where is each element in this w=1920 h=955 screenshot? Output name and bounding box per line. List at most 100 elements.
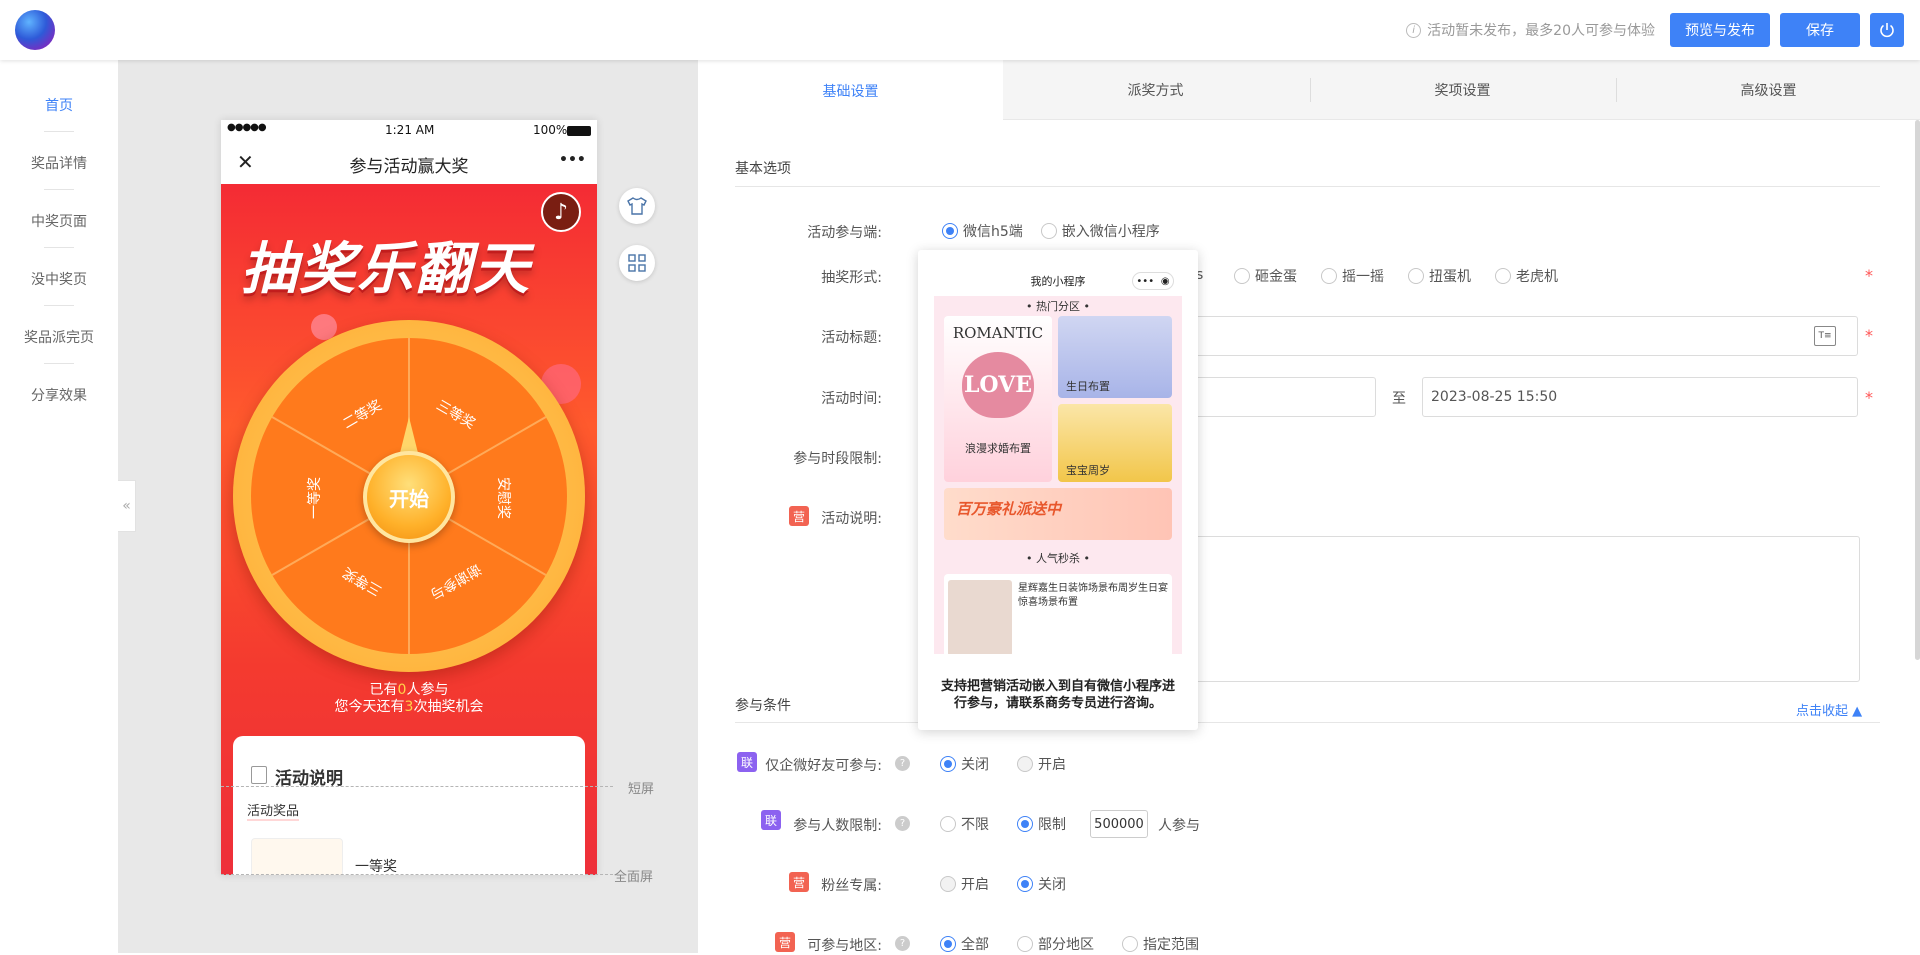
nav-item-prize-detail[interactable]: 奖品详情 <box>0 153 118 173</box>
platform-miniprogram-radio[interactable]: 嵌入微信小程序 <box>1040 221 1160 241</box>
theme-shirt-icon[interactable] <box>619 188 655 224</box>
radio-dot <box>1321 268 1337 284</box>
region-label: 可参与地区: <box>807 938 882 954</box>
qrcode-icon[interactable] <box>619 245 655 281</box>
more-icon[interactable]: ••• <box>559 152 586 168</box>
tab-prizes[interactable]: 奖项设置 <box>1310 60 1615 120</box>
nav-item-sold-out-page[interactable]: 奖品派完页 <box>0 327 118 347</box>
required-mark: * <box>1865 388 1873 407</box>
people-label: 参与人数限制: <box>793 818 882 834</box>
activity-card: 活动说明 活动奖品 一等奖 <box>233 736 585 875</box>
wecom-label: 仅企微好友可参与: <box>765 758 882 774</box>
baby-card[interactable]: 宝宝周岁 <box>1058 404 1172 482</box>
section-title-basic: 基本选项 <box>735 161 791 177</box>
fold-button[interactable]: 点击收起 ▲ <box>1796 700 1862 719</box>
scrollbar[interactable] <box>1915 120 1920 660</box>
region-all-radio[interactable]: 全部 <box>940 934 989 954</box>
description-editor[interactable] <box>1190 536 1860 682</box>
platform-label: 活动参与端: <box>807 225 882 241</box>
miniprogram-capsule: ••• ◉ <box>1132 272 1174 290</box>
full-screen-line <box>221 874 613 875</box>
banner-title: 百万豪礼派送中 <box>956 500 1062 518</box>
start-button[interactable]: 开始 <box>363 451 455 543</box>
preview-publish-button[interactable]: 预览与发布 <box>1670 13 1770 47</box>
radio-dot <box>1234 268 1250 284</box>
required-mark: * <box>1865 266 1873 285</box>
platform-h5-radio[interactable]: 微信h5端 <box>942 221 1023 241</box>
popular-item[interactable]: 星辉嘉生日装饰场景布周岁生日宴惊喜场景布置 <box>944 574 1172 654</box>
tab-basic[interactable]: 基础设置 <box>698 60 1003 121</box>
romantic-title: ROMANTIC <box>952 324 1044 342</box>
radio-label: 摇一摇 <box>1342 269 1384 285</box>
period-label: 参与时段限制: <box>793 451 882 467</box>
radio-dot <box>940 756 956 772</box>
music-icon[interactable]: ♪ <box>541 192 581 232</box>
phone-status-bar: ●●●●● 1:21 AM 100% <box>221 120 597 142</box>
nav-item-home[interactable]: 首页 <box>0 95 118 115</box>
promo-banner[interactable]: 百万豪礼派送中 <box>944 488 1172 540</box>
time-label: 活动时间: <box>821 391 882 407</box>
start-time-input[interactable] <box>1190 377 1376 417</box>
romantic-card[interactable]: ROMANTIC LOVE 浪漫求婚布置 <box>944 316 1052 482</box>
radio-label: 不限 <box>961 817 989 833</box>
people-limit-input[interactable]: 500000 <box>1090 810 1148 838</box>
radio-dot <box>1122 936 1138 952</box>
form-slot-radio[interactable]: 老虎机 <box>1495 266 1558 286</box>
save-button[interactable]: 保存 <box>1780 13 1860 47</box>
fans-on-radio[interactable]: 开启 <box>940 874 989 894</box>
collapse-nav-button[interactable]: « <box>118 480 136 532</box>
battery-icon <box>567 126 591 136</box>
section-divider <box>735 186 1880 187</box>
wecom-on-radio[interactable]: 开启 <box>1017 754 1066 774</box>
popular-section-title: • 人气秒杀 • <box>1026 552 1090 565</box>
fold-label: 点击收起 <box>1796 704 1849 719</box>
fans-options: 开启 关闭 <box>940 874 1066 894</box>
nav-item-win-page[interactable]: 中奖页面 <box>0 211 118 231</box>
prize-name: 一等奖 <box>355 859 397 875</box>
form-gashapon-radio[interactable]: 扭蛋机 <box>1408 266 1471 286</box>
headline-art: 抽奖乐翻天 <box>241 237 531 302</box>
radio-dot <box>940 936 956 952</box>
power-icon <box>1880 23 1894 38</box>
section-title-conditions: 参与条件 <box>735 698 791 714</box>
help-icon[interactable]: ? <box>895 936 910 951</box>
radio-label: 关闭 <box>1038 877 1066 893</box>
nav-divider <box>44 305 74 306</box>
wheel-prize: 谢谢参与 <box>427 560 484 603</box>
miniprogram-body: ROMANTIC LOVE 浪漫求婚布置 生日布置 宝宝周岁 百万豪礼派送中 •… <box>934 316 1182 654</box>
miniprogram-header: 我的小程序 ••• ◉ <box>934 262 1182 296</box>
prize-image <box>251 838 343 875</box>
region-range-radio[interactable]: 指定范围 <box>1122 934 1199 954</box>
people-limited-radio[interactable]: 限制 <box>1017 814 1066 834</box>
chance-text: 次抽奖机会 <box>413 699 484 715</box>
form-shake-radio[interactable]: 摇一摇 <box>1321 266 1384 286</box>
romantic-caption: 浪漫求婚布置 <box>965 442 1031 455</box>
power-button[interactable] <box>1870 13 1904 47</box>
fans-off-radio[interactable]: 关闭 <box>1017 874 1066 894</box>
text-format-icon[interactable]: T≡ <box>1814 326 1836 346</box>
status-battery: 100% <box>533 123 568 137</box>
people-unlimited-radio[interactable]: 不限 <box>940 814 989 834</box>
popover-message: 支持把营销活动嵌入到自有微信小程序进行参与，请联系商务专员进行咨询。 <box>940 679 1175 711</box>
region-partial-radio[interactable]: 部分地区 <box>1017 934 1094 954</box>
help-icon[interactable]: ? <box>895 756 910 771</box>
item-title: 星辉嘉生日装饰场景布周岁生日宴惊喜场景布置 <box>1018 583 1168 608</box>
activity-title-input[interactable] <box>1190 316 1858 356</box>
nav-item-share[interactable]: 分享效果 <box>0 385 118 405</box>
form-egg-radio[interactable]: 砸金蛋 <box>1234 266 1297 286</box>
card-tag: 活动奖品 <box>247 800 300 819</box>
nav-item-lose-page[interactable]: 没中奖页 <box>0 269 118 289</box>
title-label: 活动标题: <box>821 330 882 346</box>
end-time-input[interactable]: 2023-08-25 15:50 <box>1422 377 1858 417</box>
radio-dot <box>1017 876 1033 892</box>
tab-distribution[interactable]: 派奖方式 <box>1003 60 1308 120</box>
tab-advanced[interactable]: 高级设置 <box>1616 60 1920 120</box>
birthday-card[interactable]: 生日布置 <box>1058 316 1172 398</box>
miniprogram-popover: 我的小程序 ••• ◉ • 热门分区 • ROMANTIC LOVE 浪漫求婚布… <box>918 250 1198 730</box>
radio-dot <box>1495 268 1511 284</box>
app-logo[interactable] <box>15 10 55 50</box>
wecom-off-radio[interactable]: 关闭 <box>940 754 989 774</box>
radio-dot <box>1017 936 1033 952</box>
radio-label: 指定范围 <box>1143 937 1199 953</box>
help-icon[interactable]: ? <box>895 816 910 831</box>
